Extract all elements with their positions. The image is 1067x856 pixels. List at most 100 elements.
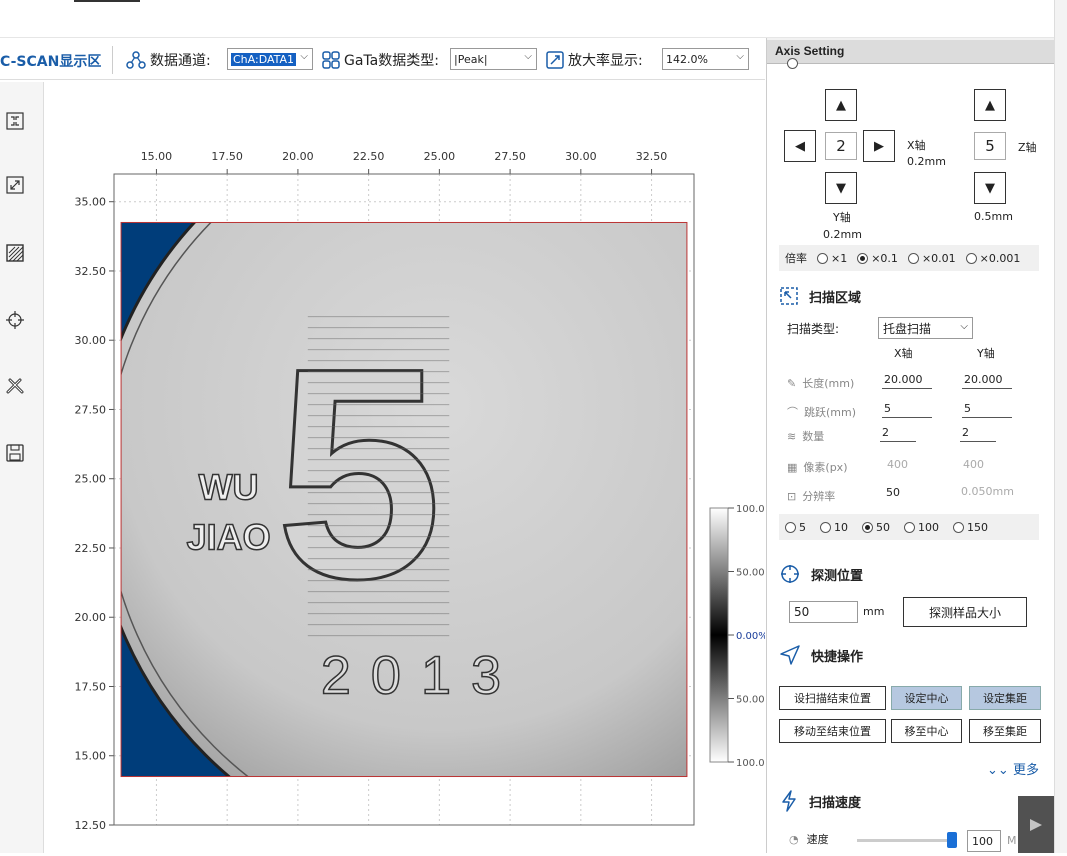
- scan-area-heading: 扫描区域: [779, 286, 861, 306]
- window-scrollbar[interactable]: [1054, 0, 1067, 853]
- y-up-button[interactable]: ▲: [825, 89, 857, 121]
- res-option-label: 100: [918, 520, 939, 534]
- radio-button[interactable]: [953, 522, 964, 533]
- move-to-focus-button[interactable]: 移至集距: [969, 719, 1041, 743]
- ratio-option-0-001[interactable]: ×0.001: [965, 252, 1020, 265]
- speed-slider-track[interactable]: [857, 839, 957, 842]
- z-step-input[interactable]: 5: [974, 132, 1006, 160]
- length-y-input[interactable]: 20.000: [962, 373, 1012, 389]
- more-link[interactable]: ⌄⌄ 更多: [987, 759, 1039, 778]
- set-center-button[interactable]: 设定中心: [891, 686, 962, 710]
- expand-icon[interactable]: [4, 174, 26, 196]
- radio-button[interactable]: [785, 522, 796, 533]
- move-to-center-button[interactable]: 移至中心: [891, 719, 962, 743]
- x-left-button[interactable]: ◀: [784, 130, 816, 162]
- jump-y-input[interactable]: 5: [962, 402, 1012, 418]
- scan-image[interactable]: 5 WU JIAO 2013: [93, 98, 765, 853]
- coin-year: 2013: [321, 645, 521, 705]
- z-up-button[interactable]: ▲: [974, 89, 1006, 121]
- y-tick-label: 35.00: [75, 196, 107, 209]
- set-scan-end-button[interactable]: 设扫描结束位置: [779, 686, 886, 710]
- count-y-input[interactable]: 2: [960, 426, 996, 442]
- colorbar-gradient: [709, 507, 729, 763]
- detect-heading: 探测位置: [779, 563, 863, 585]
- z-down-button[interactable]: ▼: [974, 172, 1006, 204]
- pixel-x-value: 400: [887, 458, 908, 471]
- ratio-option-1[interactable]: ×1: [817, 252, 847, 265]
- length-x-input[interactable]: 20.000: [882, 373, 932, 389]
- detect-input[interactable]: 50: [789, 601, 858, 623]
- floating-action-button[interactable]: [1018, 796, 1054, 853]
- zoom-select[interactable]: 142.0% ⌵: [662, 48, 749, 70]
- gata-select[interactable]: |Peak| ⌵: [450, 48, 537, 70]
- res-option-50[interactable]: 50: [862, 521, 890, 534]
- chevron-down-icon: ⌵: [524, 51, 532, 62]
- channel-group: 数据通道:: [126, 50, 211, 70]
- ratio-option-0-01[interactable]: ×0.01: [907, 251, 956, 265]
- radio-button[interactable]: [787, 57, 798, 69]
- speed-slider-thumb[interactable]: [947, 832, 957, 848]
- fit-icon[interactable]: [4, 110, 26, 132]
- set-focus-button[interactable]: 设定集距: [969, 686, 1041, 710]
- radio-button[interactable]: [817, 253, 828, 264]
- detect-sample-size-button[interactable]: 探测样品大小: [903, 597, 1027, 627]
- expand-icon: [546, 51, 564, 69]
- res-option-150[interactable]: 150: [953, 521, 988, 534]
- zoom-group: 放大率显示:: [546, 50, 643, 70]
- res-option-10[interactable]: 10: [820, 521, 848, 534]
- save-icon[interactable]: [4, 442, 26, 464]
- y-down-button[interactable]: ▼: [825, 172, 857, 204]
- y-tick-label: 12.50: [75, 819, 107, 832]
- gata-label: GaTa数据类型:: [344, 53, 439, 69]
- y-tick-label: 17.50: [75, 680, 107, 693]
- scan-type-select[interactable]: 托盘扫描 ⌵: [878, 317, 973, 339]
- x-tick-label: 32.50: [636, 150, 668, 163]
- cscan-plot[interactable]: 15.00 17.50 20.00 22.50 25.00 27.50 30.00 32.50…: [44, 82, 768, 853]
- x-step-input[interactable]: 2: [825, 132, 857, 160]
- hatch-icon[interactable]: [4, 242, 26, 264]
- ratio-option-0-1[interactable]: ×0.1: [857, 252, 898, 265]
- radio-button[interactable]: [965, 253, 977, 264]
- speed-heading: 扫描速度: [779, 790, 861, 812]
- move-to-end-button[interactable]: 移动至结束位置: [779, 719, 886, 743]
- radio-button[interactable]: [904, 522, 915, 533]
- radio-button[interactable]: [862, 522, 873, 533]
- speed-input[interactable]: 100: [967, 830, 1001, 852]
- crosshair-icon[interactable]: [4, 309, 26, 331]
- x-right-button[interactable]: ▶: [863, 130, 895, 162]
- x-tick-label: 15.00: [141, 150, 173, 163]
- resolution-x-value[interactable]: 50: [884, 486, 934, 502]
- ruler-icon: ✎: [787, 376, 797, 390]
- res-option-100[interactable]: 100: [904, 521, 939, 534]
- tools-icon[interactable]: [4, 376, 26, 398]
- jump-x-input[interactable]: 5: [882, 402, 932, 418]
- res-option-5[interactable]: 5: [785, 521, 806, 534]
- count-row-label: ≋ 数量: [787, 428, 824, 444]
- radio-button[interactable]: [857, 253, 869, 264]
- pixel-label: 像素(px): [803, 461, 848, 474]
- count-label: 数量: [802, 430, 825, 443]
- pixel-icon: ▦: [787, 460, 798, 474]
- scan-type-label: 扫描类型:: [787, 322, 840, 336]
- channel-select[interactable]: ChA:DATA1 ⌵: [227, 48, 313, 70]
- speed-label: 速度: [806, 833, 829, 846]
- gata-value: |Peak|: [454, 52, 488, 66]
- resolution-options-row: 5 10 50 100 150: [779, 514, 1039, 540]
- ratio-row: 倍率 ×1 ×0.1 ×0.01 ×0.001: [779, 245, 1039, 271]
- speed-unit: M: [1007, 834, 1017, 847]
- x-tick-label: 22.50: [353, 150, 385, 163]
- double-chevron-down-icon: ⌄⌄: [987, 763, 1009, 778]
- ratio-option-label: ×0.01: [921, 251, 956, 265]
- partial-speed-row: [787, 56, 801, 69]
- gauge-icon: ◔: [789, 832, 799, 846]
- resolution-label: 分辨率: [802, 490, 836, 503]
- count-x-input[interactable]: 2: [880, 426, 916, 442]
- top-strip: [0, 0, 1067, 38]
- x-tick-label: 27.50: [494, 150, 525, 163]
- radio-button[interactable]: [820, 522, 831, 533]
- coin-numeral-five: 5: [275, 305, 442, 641]
- cscan-chart[interactable]: 15.00 17.50 20.00 22.50 25.00 27.50 30.00 32.50…: [44, 82, 768, 853]
- radio-button[interactable]: [907, 253, 919, 264]
- y-tick-label: 32.50: [75, 265, 107, 278]
- x-tick-label: 25.00: [424, 150, 456, 163]
